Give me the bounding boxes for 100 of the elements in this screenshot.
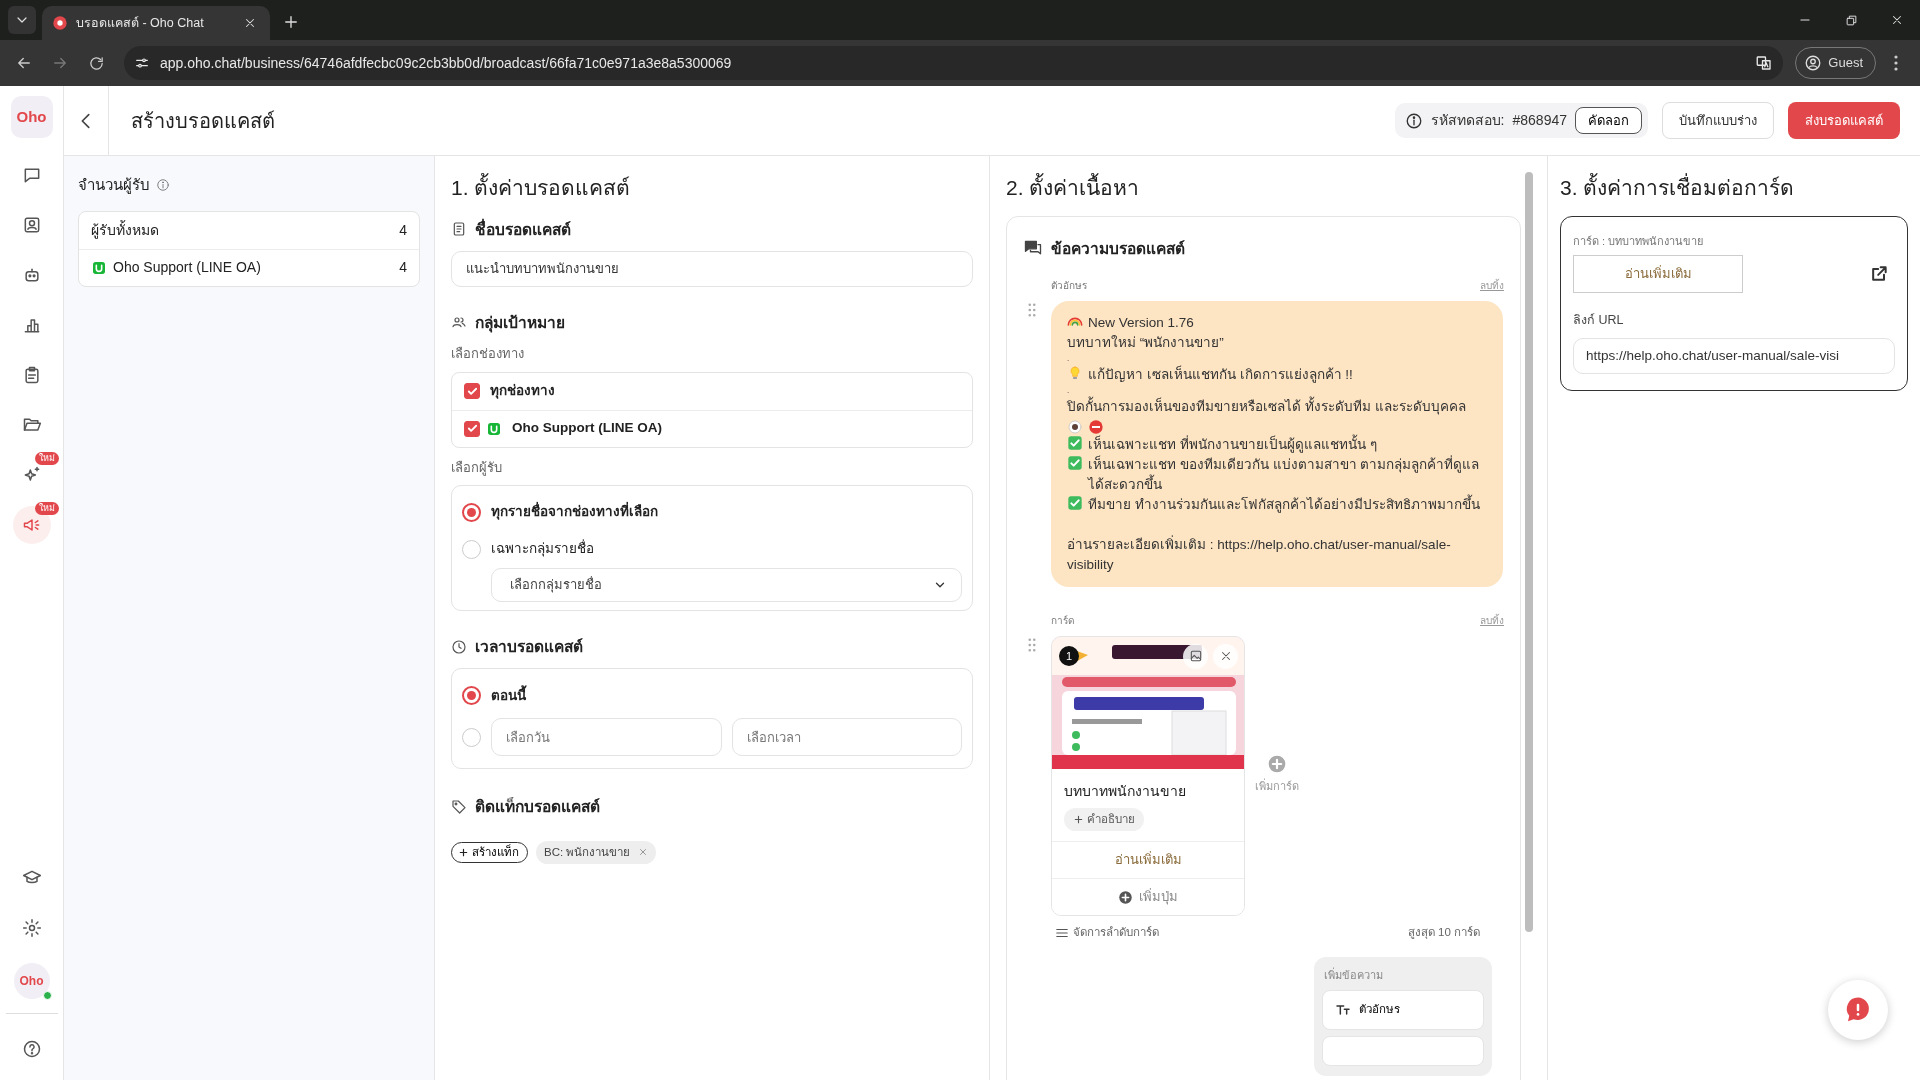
recipient-label: Oho Support (LINE OA) [113,258,262,277]
check-icon [466,423,478,434]
check-box-icon [1067,434,1083,451]
image-icon [1188,649,1203,664]
message-text: แก้ปัญหา เซลเห็นแชทกัน เกิดการแย่งลูกค้า !! [1088,364,1353,385]
add-button[interactable]: เพิ่มปุ่ม [1052,878,1244,915]
close-icon [638,847,649,858]
section-heading: ติดแท็กบรอดแคสต์ [475,796,600,818]
check-box-icon [1067,454,1083,471]
page-title: สร้างบรอดแคสต์ [131,108,275,134]
document-icon [451,221,467,238]
section-heading: กลุ่มเป้าหมาย [475,312,565,334]
recipient-count: 4 [399,220,407,240]
send-broadcast-button[interactable]: ส่งบรอดแคสต์ [1788,101,1900,140]
plus-icon [282,13,300,31]
logo: Oho [10,96,53,138]
browser-tab[interactable]: บรอดแคสต์ - Oho Chat [42,6,270,40]
settings-icon [21,918,42,938]
message-text: ทีมขาย ทำงานร่วมกันและโฟกัสลูกค้าได้อย่างมีประสิทธิภาพมากขึ้น [1088,494,1480,515]
section-title: 2. ตั้งค่าเนื้อหา [1006,172,1533,204]
external-link-icon[interactable] [1869,264,1889,284]
radio-label: เฉพาะกลุ่มรายชื่อ [491,539,594,559]
block-label: การ์ด [1051,613,1074,628]
radio-button[interactable] [462,686,481,706]
tab-list-button[interactable] [8,6,36,34]
tag-icon [451,798,467,815]
plus-icon [458,846,469,858]
message-text: เห็นเฉพาะแชท ของทีมเดียวกัน แบ่งตามสาขา ตามกลุ่มลูกค้าที่ดูแลได้สะดวกขึ้น [1088,454,1481,494]
no-entry-icon [1088,418,1104,435]
copy-button[interactable]: คัดลอก [1575,106,1642,135]
tag-label: BC: พนักงานขาย [544,844,631,860]
block-label: ตัวอักษร [1051,278,1087,293]
restore-icon [1844,13,1858,27]
url-field[interactable]: https://help.oho.chat/user-manual/sale-visi [1573,337,1895,374]
tab-title: บรอดแคสต์ - Oho Chat [76,14,205,32]
address-bar[interactable]: app.oho.chat/business/64746afdfecbc09c2cb3bb0d/broadcast/66fa71c0e971a3e8a5300069 [124,46,1784,80]
recipient-count: 4 [399,258,407,277]
time-field[interactable]: เลือกเวลา [731,718,962,757]
card-label: การ์ด : บทบาทพนักงานขาย [1573,233,1705,249]
add-text-button[interactable]: ตัวอักษร [1322,989,1484,1030]
checkbox[interactable] [464,420,480,437]
plus-circle-icon [1118,889,1133,905]
reload-icon [87,54,105,72]
save-draft-button[interactable]: บันทึกแบบร่าง [1662,101,1774,140]
section-title: 3. ตั้งค่าการเชื่อมต่อการ์ด [1560,172,1908,204]
field-label: เลือกผู้รับ [451,458,503,477]
profile-icon [1804,54,1823,72]
check-box-icon [1067,494,1083,511]
check-icon [466,385,478,397]
light-bulb-icon [1067,364,1083,381]
line-app-icon [91,259,107,276]
panel-label: เพิ่มข้อความ [1324,967,1384,984]
group-select-field[interactable]: เลือกกลุ่มรายชื่อ [491,568,962,602]
section-title: 1. ตั้งค่าบรอดแคสต์ [451,172,973,204]
message-text: . [1067,384,1070,396]
reorder-cards-link[interactable]: จัดการลำดับการ์ด [1055,924,1159,942]
message-text: ปิดกั้นการมองเห็นของทีมขายหรือเซลได้ ทั้งระดับทีม และระดับบุคคล [1067,396,1466,417]
eye-icon [1067,418,1083,435]
section-heading: ชื่อบรอดแคสต์ [475,217,571,240]
chat-support-button[interactable] [1828,980,1888,1040]
more-vertical-icon [1894,55,1898,71]
radio-label: ทุกรายชื่อจากช่องทางที่เลือก [491,502,658,522]
translate-icon[interactable] [1755,54,1774,72]
test-code: #868947 [1512,111,1567,130]
checkbox[interactable] [464,383,480,399]
help-icon [21,1039,42,1059]
message-text: อ่านรายละเอียดเพิ่มเติม : https://help.oho.chat/user-manual/sale-visibility [1067,534,1452,574]
card-heading: ข้อความบรอดแคสต์ [1051,238,1185,259]
recipient-label: ผู้รับทั้งหมด [91,219,160,241]
card-limit-text: สูงสุด 10 การ์ด [1407,925,1480,941]
test-code-label: รหัสทดสอบ: [1430,111,1505,130]
close-icon [1890,13,1904,27]
channel-label: Oho Support (LINE OA) [512,419,662,438]
new-badge: ใหม่ [34,502,59,515]
info-icon [156,178,170,193]
close-icon [243,16,257,30]
new-tab-button[interactable] [282,13,300,31]
message-text: เห็นเฉพาะแชท ที่พนักงานขายเป็นผู้ดูแลแชทนั้น ๆ [1088,434,1377,455]
message-text: . [1067,352,1070,365]
add-description-button[interactable]: คำอธิบาย [1064,807,1144,831]
message-text: New Version 1.76 [1088,313,1194,332]
message-text: บทบาทใหม่ “พนักงานขาย” [1067,333,1224,352]
section-heading: เวลาบรอดแคสต์ [475,637,583,657]
url-text: app.oho.chat/business/64746afdfecbc09c2cb3bb0d/broadcast/66fa71c0e971a3e8a5300069 [160,53,733,73]
avatar[interactable]: Oho [13,963,50,999]
card-button-preview[interactable]: อ่านเพิ่มเติม [1573,255,1743,293]
scrollbar[interactable] [1525,172,1533,932]
plus-icon [1073,813,1084,825]
channel-label: ทุกช่องทาง [490,381,555,401]
clock-icon [451,638,467,655]
broadcast-name-field[interactable]: แนะนำบทบาทพนักงานขาย [451,250,973,287]
radio-button[interactable] [462,503,481,522]
date-field[interactable]: เลือกวัน [491,718,722,757]
info-icon [1404,111,1423,130]
remove-tag-button[interactable] [638,847,649,858]
plus-circle-icon [1267,753,1287,774]
card-title: บทบาทพนักงานขาย [1064,781,1187,801]
field-label: เลือกช่องทาง [451,345,525,363]
create-tag-button[interactable]: สร้างแท็ก [451,841,528,863]
radio-label: ตอนนี้ [491,685,526,705]
